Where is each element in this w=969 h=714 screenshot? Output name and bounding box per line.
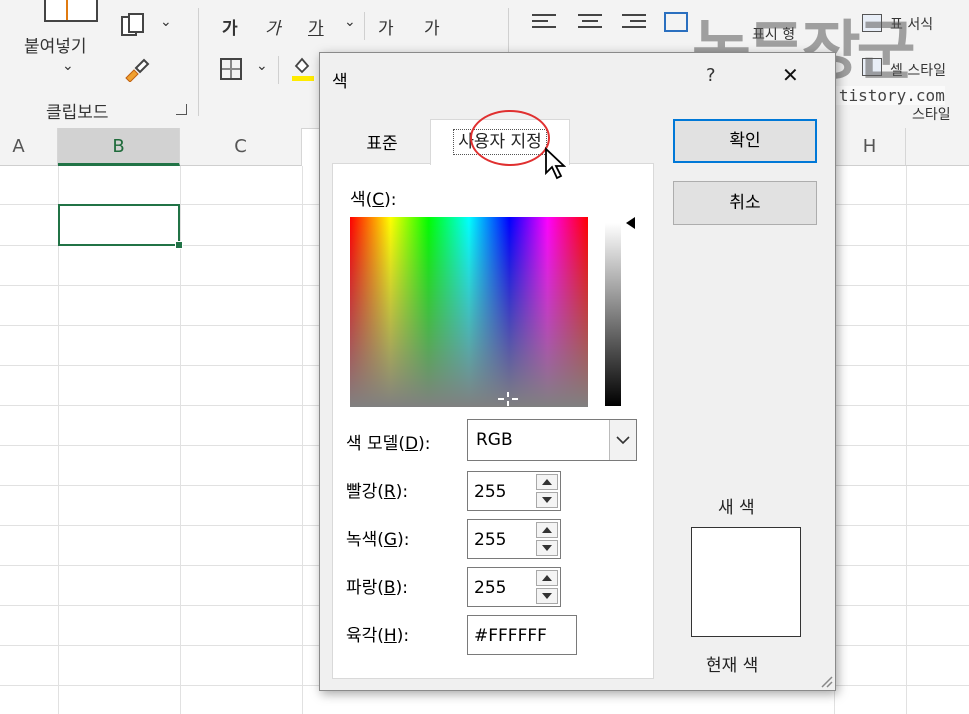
underline-button[interactable]: 가	[308, 14, 324, 39]
divider	[364, 12, 365, 40]
column-line	[58, 166, 59, 714]
help-icon[interactable]: ?	[706, 65, 716, 86]
green-spinner[interactable]: 255	[467, 519, 561, 559]
new-color-label: 새 색	[718, 498, 755, 518]
italic-button[interactable]: 가	[265, 14, 281, 39]
align-left-icon[interactable]	[532, 14, 556, 32]
luminance-arrow-icon[interactable]	[626, 217, 635, 229]
align-right-icon[interactable]	[622, 14, 646, 32]
borders-icon[interactable]	[220, 58, 242, 80]
green-label: 녹색(G):	[346, 530, 410, 550]
borders-dropdown-icon[interactable]: ⌄	[256, 58, 268, 74]
fill-color-bar	[292, 76, 314, 81]
color-model-value: RGB	[476, 430, 513, 450]
red-label: 빨강(R):	[346, 482, 409, 502]
fill-color-icon[interactable]	[292, 56, 314, 74]
divider	[278, 56, 279, 84]
column-header-b[interactable]: B	[58, 128, 180, 166]
hex-label: 육각(H):	[346, 626, 410, 646]
column-header-i[interactable]	[906, 128, 969, 166]
active-cell-b2[interactable]	[58, 204, 183, 249]
divider	[198, 8, 199, 116]
color-model-label: 색 모델(D):	[346, 434, 431, 454]
luminance-slider[interactable]	[605, 223, 621, 406]
red-spinner[interactable]: 255	[467, 471, 561, 511]
clipboard-launcher-icon[interactable]	[176, 104, 187, 115]
chevron-down-icon[interactable]	[609, 420, 636, 460]
blue-label: 파랑(B):	[346, 578, 408, 598]
merge-center-icon[interactable]	[664, 12, 688, 32]
color-preview-swatch	[691, 527, 801, 637]
close-icon[interactable]: ✕	[782, 63, 799, 87]
increase-font-button[interactable]: 가	[378, 14, 394, 39]
ok-button[interactable]: 확인	[673, 119, 817, 163]
bold-button[interactable]: 가	[222, 14, 238, 39]
blue-down-icon[interactable]	[536, 588, 558, 604]
blue-spinner[interactable]: 255	[467, 567, 561, 607]
cancel-button[interactable]: 취소	[673, 181, 817, 225]
green-down-icon[interactable]	[536, 540, 558, 556]
copy-icon[interactable]	[120, 12, 146, 38]
dialog-title: 색	[332, 72, 348, 92]
mouse-cursor-icon	[545, 147, 566, 180]
align-center-icon[interactable]	[578, 14, 602, 32]
column-header-c[interactable]: C	[180, 128, 302, 166]
paste-dropdown-icon[interactable]: ⌄	[62, 58, 74, 74]
green-up-icon[interactable]	[536, 522, 558, 538]
hex-input[interactable]: #FFFFFF	[467, 615, 577, 655]
crosshair-icon	[498, 392, 518, 406]
red-up-icon[interactable]	[536, 474, 558, 490]
red-down-icon[interactable]	[536, 492, 558, 508]
color-spectrum[interactable]	[350, 217, 588, 407]
resize-grip-icon[interactable]	[819, 674, 833, 688]
color-dialog: 색 ? ✕ 표준 사용자 지정 색(C): 색 모델(D): RGB 빨강(R)…	[319, 52, 836, 691]
copy-dropdown-icon[interactable]: ⌄	[160, 14, 172, 30]
underline-dropdown-icon[interactable]: ⌄	[344, 14, 356, 30]
column-header-h[interactable]: H	[834, 128, 906, 166]
tab-standard[interactable]: 표준	[334, 125, 430, 163]
column-line	[302, 166, 303, 714]
paste-button[interactable]: 붙여넣기	[24, 32, 87, 57]
color-model-select[interactable]: RGB	[467, 419, 637, 461]
column-header-a[interactable]: A	[0, 128, 58, 166]
column-line	[906, 166, 907, 714]
hex-value[interactable]: #FFFFFF	[474, 626, 547, 646]
blue-value[interactable]: 255	[474, 578, 506, 598]
decrease-font-button[interactable]: 가	[424, 14, 440, 39]
red-value[interactable]: 255	[474, 482, 506, 502]
current-color-label: 현재 색	[706, 656, 759, 676]
styles-group-label: 스타일	[912, 107, 951, 123]
blue-up-icon[interactable]	[536, 570, 558, 586]
clipboard-group-label: 클립보드	[46, 103, 109, 123]
highlight-circle	[470, 110, 550, 166]
format-painter-icon[interactable]	[122, 56, 150, 82]
color-label: 색(C):	[350, 190, 397, 210]
green-value[interactable]: 255	[474, 530, 506, 550]
paste-icon[interactable]	[44, 0, 98, 22]
